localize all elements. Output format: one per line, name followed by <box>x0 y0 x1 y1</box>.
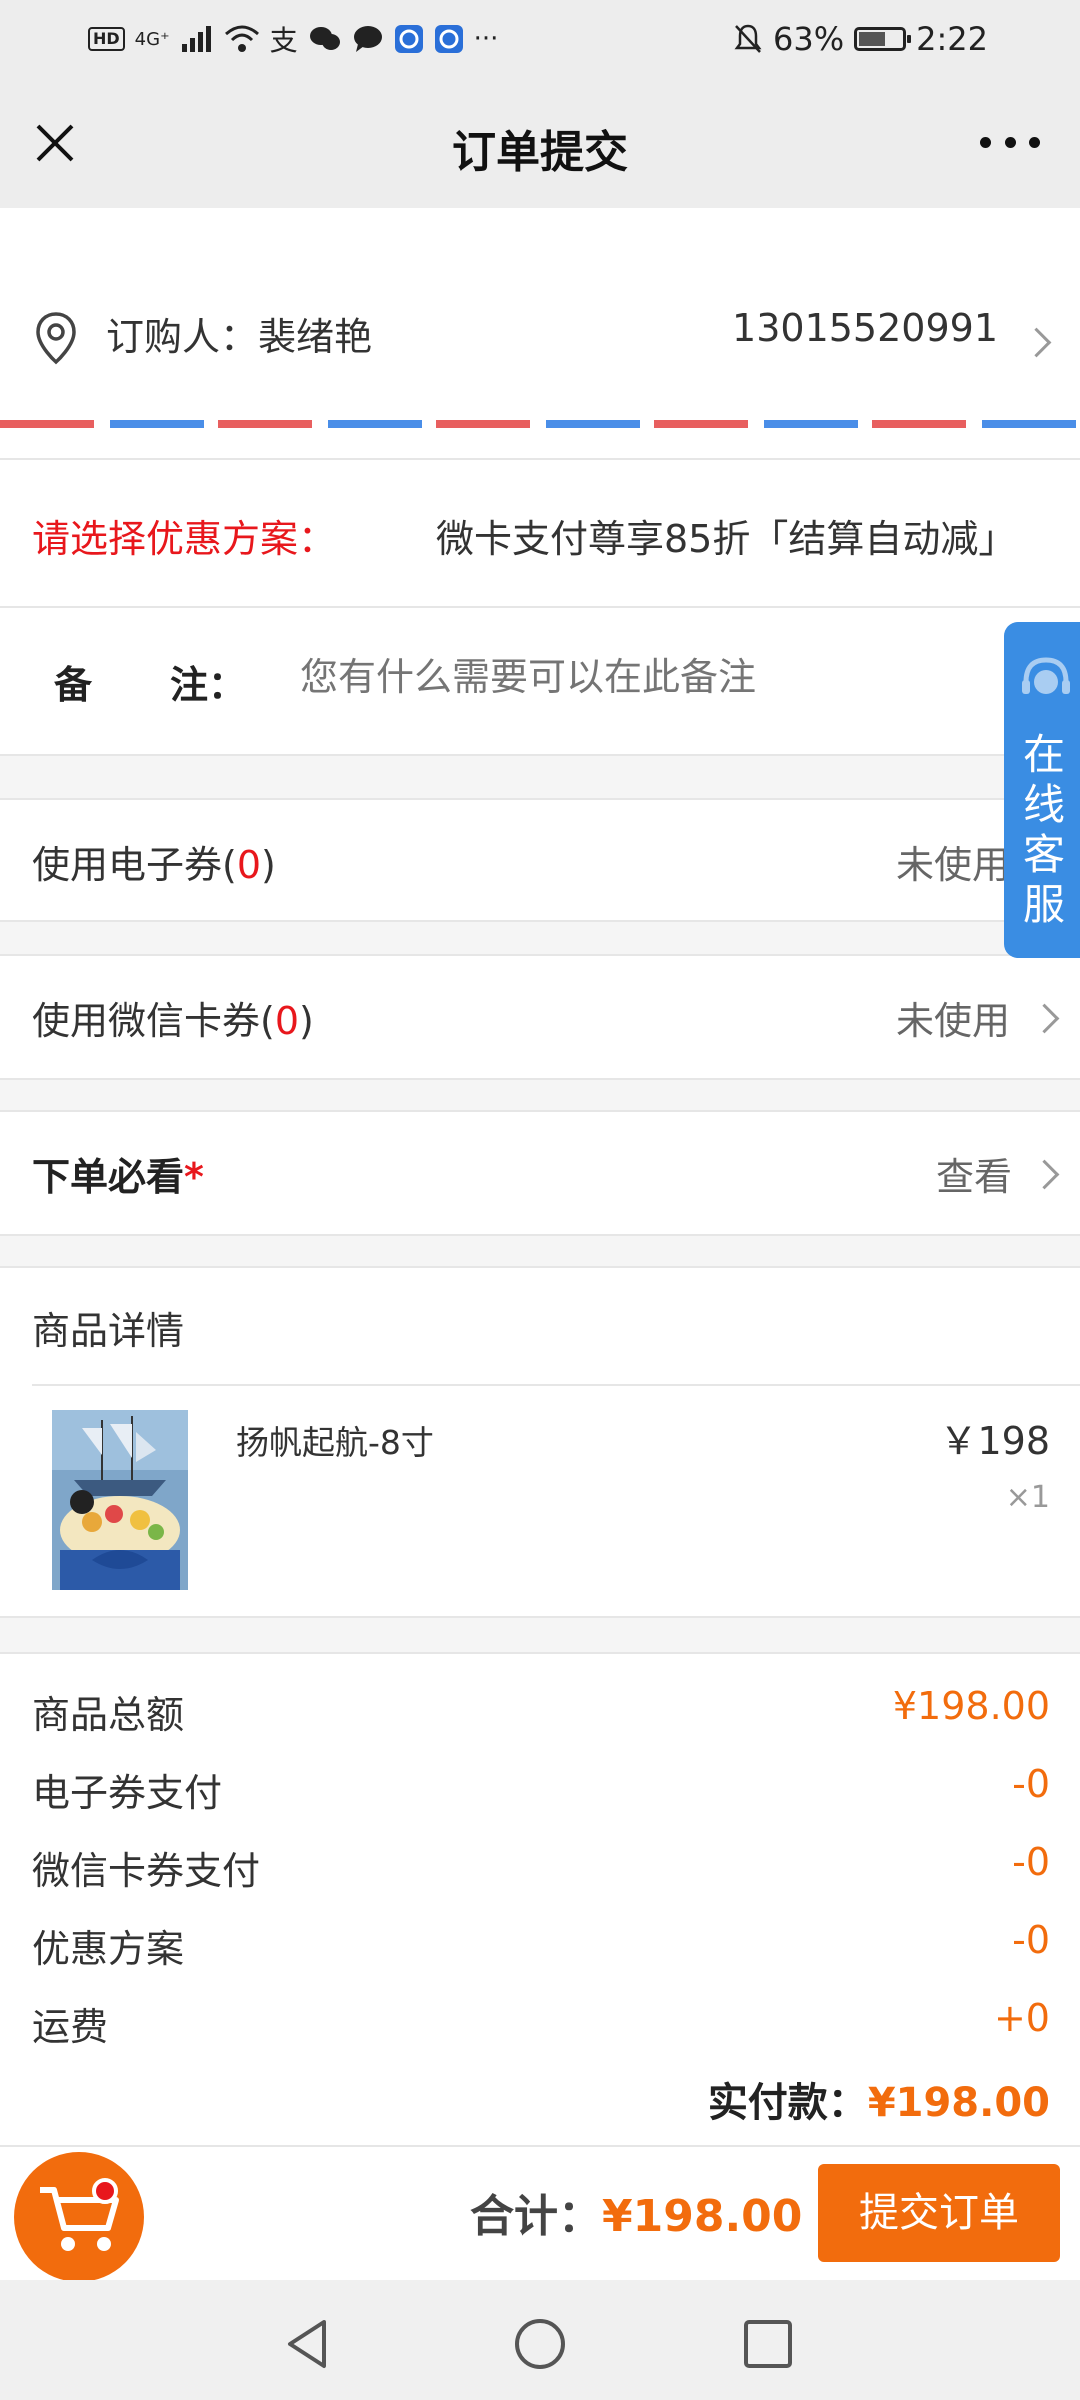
system-nav-bar <box>0 2280 1080 2400</box>
headset-icon <box>1022 657 1070 694</box>
total-label: 合计： <box>470 2191 602 2242</box>
alipay-icon: 支 <box>269 24 298 57</box>
service-char: 客 <box>1022 830 1065 879</box>
summary-value-1: -0 <box>1012 1762 1050 1806</box>
buyer-phone: 13015520991 <box>732 306 998 350</box>
recents-icon[interactable] <box>742 2318 794 2370</box>
summary-value-0: ¥198.00 <box>892 1684 1050 1728</box>
section-gap <box>0 756 1080 800</box>
must-read-view: 查看 <box>936 1155 1013 1199</box>
discount-row[interactable]: 请选择优惠方案： 微卡支付尊享85折「结算自动减」 <box>0 460 1080 606</box>
clock: 2:22 <box>916 20 988 58</box>
product-price: ￥198 <box>939 1419 1050 1463</box>
chevron-right-icon <box>1029 1159 1060 1190</box>
discount-value: 微卡支付尊享85折「结算自动减」 <box>436 517 1017 561</box>
e-coupon-count: 0 <box>236 843 262 887</box>
section-gap <box>0 1236 1080 1268</box>
chevron-right-icon <box>1029 1003 1060 1034</box>
paid-label: 实付款： <box>707 2080 868 2126</box>
remark-row: 备 注： <box>0 608 1080 754</box>
summary-label-3: 优惠方案 <box>32 1927 185 1971</box>
wechat-coupon-text: 使用微信卡券( <box>32 999 275 1043</box>
nav-bar: 订单提交 <box>0 78 1080 208</box>
divider <box>32 1384 1080 1386</box>
paid-value: ¥198.00 <box>867 2080 1050 2126</box>
service-char: 服 <box>1022 880 1065 929</box>
e-coupon-row[interactable]: 使用电子券(0) 未使用 <box>0 800 1080 920</box>
status-left: HD 4G⁺ 支 ··· <box>88 18 498 60</box>
discount-label: 请选择优惠方案： <box>32 517 337 561</box>
qty-prefix: × <box>1005 1480 1031 1515</box>
signal-icon <box>181 26 211 52</box>
service-char: 在 <box>1022 730 1065 779</box>
more-menu-icon[interactable] <box>980 130 1040 154</box>
total-value: ¥198.00 <box>602 2191 803 2242</box>
wechat-coupon-row[interactable]: 使用微信卡券(0) 未使用 <box>0 956 1080 1078</box>
battery-percent: 63% <box>773 20 845 58</box>
required-star: * <box>184 1155 204 1199</box>
wechat-coupon-close: ) <box>299 999 314 1043</box>
buyer-row[interactable]: 订购人：裴绪艳 13015520991 <box>0 208 1080 420</box>
submit-order-button[interactable]: 提交订单 <box>818 2164 1060 2262</box>
e-coupon-close: ) <box>261 843 276 887</box>
product-section-title: 商品详情 <box>32 1309 185 1353</box>
summary-section: 商品总额 ¥198.00 电子券支付 -0 微信卡券支付 -0 优惠方案 -0 … <box>0 1654 1080 2144</box>
product-thumbnail[interactable] <box>52 1410 188 1590</box>
more-notifications: ··· <box>473 24 499 54</box>
battery-icon <box>854 27 912 51</box>
divider <box>0 1266 1080 1268</box>
status-bar: HD 4G⁺ 支 ··· 63% 2:22 <box>0 0 1080 78</box>
section-gap <box>0 1080 1080 1112</box>
online-service-label: 在 线 客 服 <box>1014 730 1074 930</box>
must-read-label: 下单必看* <box>32 1146 204 1201</box>
remark-label-1: 备 <box>54 663 93 707</box>
back-icon[interactable] <box>280 2316 336 2372</box>
status-right: 63% 2:22 <box>733 14 988 64</box>
summary-value-2: -0 <box>1012 1840 1050 1884</box>
airmail-border <box>0 420 1080 428</box>
summary-value-4: +0 <box>993 1996 1050 2040</box>
product-quantity: ×1 <box>1006 1480 1050 1515</box>
wechat-icon <box>309 27 340 50</box>
buyer-name: 订购人：裴绪艳 <box>106 315 373 359</box>
hd-badge: HD <box>88 27 125 51</box>
wechat-coupon-status: 未使用 <box>896 999 1011 1043</box>
summary-label-1: 电子券支付 <box>32 1771 223 1815</box>
cake-image <box>52 1410 188 1590</box>
page-title: 订单提交 <box>452 127 628 178</box>
message-icon <box>353 26 382 52</box>
product-name[interactable]: 扬帆起航-8寸 <box>236 1416 434 1464</box>
app-icon-2 <box>434 25 463 53</box>
total-amount: 合计：¥198.00 <box>470 2180 802 2244</box>
paid-amount: 实付款：¥198.00 <box>708 2070 1050 2128</box>
qty-value: 1 <box>1030 1480 1050 1515</box>
wechat-coupon-count: 0 <box>274 999 300 1043</box>
must-read-text: 下单必看 <box>32 1155 185 1199</box>
cart-button[interactable] <box>14 2152 144 2282</box>
section-gap <box>0 1618 1080 1652</box>
wifi-icon <box>224 25 259 52</box>
e-coupon-label: 使用电子券(0) <box>32 834 276 889</box>
location-pin-icon <box>36 312 76 365</box>
service-char: 线 <box>1022 780 1065 829</box>
must-read-row[interactable]: 下单必看* 查看 <box>0 1112 1080 1234</box>
e-coupon-status: 未使用 <box>896 843 1011 887</box>
mute-bell-icon <box>734 24 762 53</box>
cart-badge <box>92 2178 118 2204</box>
battery-fill <box>859 32 886 46</box>
section-gap <box>0 922 1080 956</box>
summary-value-3: -0 <box>1012 1918 1050 1962</box>
app-icon-1 <box>394 25 423 53</box>
wechat-coupon-label: 使用微信卡券(0) <box>32 990 314 1045</box>
remark-input[interactable] <box>298 644 982 710</box>
e-coupon-text: 使用电子券( <box>32 843 237 887</box>
network-indicator: 4G⁺ <box>134 28 170 50</box>
summary-label-0: 商品总额 <box>32 1693 185 1737</box>
summary-label-2: 微信卡券支付 <box>32 1849 261 1893</box>
summary-label-4: 运费 <box>32 2005 109 2049</box>
remark-label-2: 注： <box>170 663 247 707</box>
home-icon[interactable] <box>512 2316 568 2372</box>
chevron-right-icon <box>1021 327 1052 358</box>
